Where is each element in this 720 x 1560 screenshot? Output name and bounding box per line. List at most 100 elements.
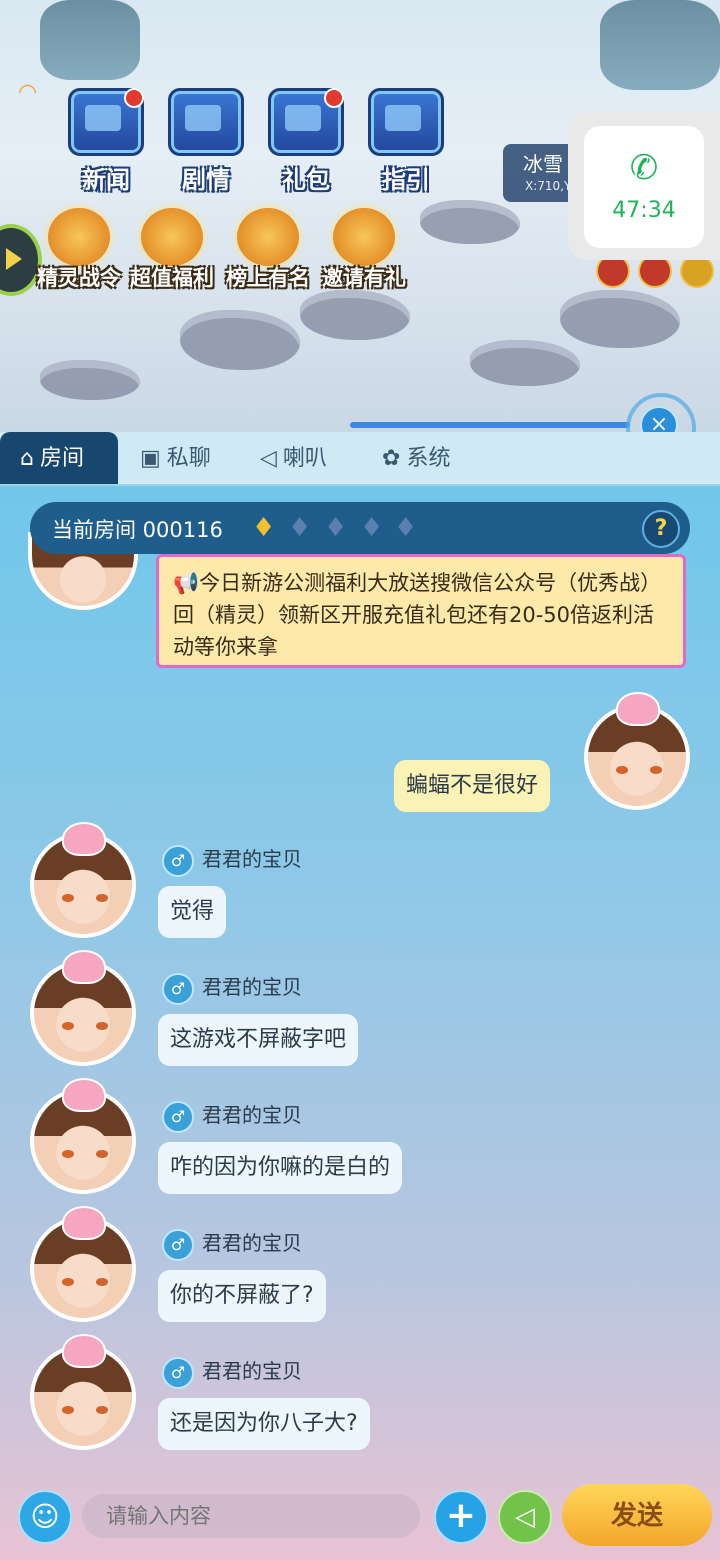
menu-story-button[interactable]: 剧情 — [158, 88, 254, 194]
avatar-eye — [96, 894, 108, 902]
ice-floe — [470, 340, 580, 386]
notification-dot — [324, 88, 344, 108]
sender-name-row: ♂ 君君的宝贝 — [162, 1356, 302, 1389]
ice-floe — [560, 290, 680, 348]
avatar-eye — [96, 1406, 108, 1414]
sender-name: 君君的宝贝 — [202, 1359, 302, 1383]
message-bubble[interactable]: 还是因为你八子大? — [158, 1398, 370, 1450]
flame-icon: ♦ — [394, 513, 418, 543]
help-icon[interactable]: ? — [642, 510, 680, 548]
male-icon: ♂ — [162, 1356, 194, 1389]
message-input[interactable] — [82, 1494, 420, 1538]
flame-icon: ♦ — [288, 513, 312, 543]
notice-text: 📢今日新游公测福利大放送搜微信公众号（优秀战）回（精灵）领新区开服充值礼包还有2… — [173, 571, 662, 659]
home-icon: ⌂ — [20, 446, 34, 471]
menu-gift-label: 礼包 — [282, 166, 330, 194]
progress-strip — [350, 422, 630, 428]
crown-icon — [62, 950, 106, 984]
story-icon — [168, 88, 244, 156]
sender-name-row: ♂ 君君的宝贝 — [162, 972, 302, 1005]
avatar-eye — [62, 1406, 74, 1414]
tab-system-label: 系统 — [406, 446, 451, 471]
activity-welfare-button[interactable]: 超值福利 — [126, 208, 218, 290]
message-bubble[interactable]: 你的不屏蔽了? — [158, 1270, 326, 1322]
tab-room[interactable]: ⌂ 房间 — [0, 432, 118, 484]
menu-story-label: 剧情 — [182, 166, 230, 194]
male-icon: ♂ — [162, 844, 194, 877]
activity-welfare-label: 超值福利 — [130, 266, 214, 290]
water-patch — [600, 0, 720, 90]
sender-name: 君君的宝贝 — [202, 1231, 302, 1255]
crown-icon — [62, 822, 106, 856]
tab-system[interactable]: ✿ 系统 — [382, 432, 450, 484]
menu-gift-button[interactable]: 礼包 — [258, 88, 354, 194]
room-bar: 当前房间 000116 ♦ ♦ ♦ ♦ ♦ — [30, 502, 690, 554]
activity-ranking-label: 榜上有名 — [226, 266, 310, 290]
menu-guide-label: 指引 — [382, 166, 430, 194]
sender-name: 君君的宝贝 — [202, 847, 302, 871]
tab-broadcast[interactable]: ◁ 喇叭 — [260, 432, 327, 484]
flame-icon: ♦ — [360, 513, 384, 543]
battle-pass-icon — [48, 208, 110, 266]
avatar-eye — [62, 1022, 74, 1030]
tab-private[interactable]: ▣ 私聊 — [140, 432, 211, 484]
avatar-eye — [96, 1022, 108, 1030]
avatar-eye — [96, 1278, 108, 1286]
ice-floe — [420, 200, 520, 244]
avatar-eye — [650, 766, 662, 774]
guide-icon — [368, 88, 444, 156]
crown-icon — [62, 1334, 106, 1368]
activity-invite-label: 邀请有礼 — [322, 266, 406, 290]
menu-guide-button[interactable]: 指引 — [358, 88, 454, 194]
avatar-eye — [96, 1150, 108, 1158]
water-patch — [40, 0, 140, 80]
megaphone-icon[interactable]: ◁ — [498, 1490, 552, 1544]
message-bubble[interactable]: 这游戏不屏蔽字吧 — [158, 1014, 359, 1066]
sender-name-row: ♂ 君君的宝贝 — [162, 1228, 302, 1261]
crown-icon — [62, 1206, 106, 1240]
call-card-inner: ✆ 47:34 — [584, 126, 704, 248]
ice-floe — [40, 360, 140, 400]
menu-news-label: 新闻 — [82, 166, 130, 194]
sender-name: 君君的宝贝 — [202, 1103, 302, 1127]
message-bubble[interactable]: 蝙蝠不是很好 — [394, 760, 551, 812]
activity-battle-pass-label: 精灵战令 — [37, 266, 121, 290]
chat-tabs: ⌂ 房间 ▣ 私聊 ◁ 喇叭 ✿ 系统 — [0, 432, 720, 486]
system-notice: 📢今日新游公测福利大放送搜微信公众号（优秀战）回（精灵）领新区开服充值礼包还有2… — [156, 554, 686, 668]
menu-news-button[interactable]: 新闻 — [58, 88, 154, 194]
input-bar: ☺ + ◁ 发送 — [0, 1472, 720, 1560]
phone-icon: ✆ — [629, 148, 659, 188]
flame-icon: ♦ — [324, 513, 348, 543]
crown-icon — [616, 692, 660, 726]
flame-icon: ♦ — [252, 513, 276, 543]
notification-dot — [124, 88, 144, 108]
avatar-eye — [62, 1150, 74, 1158]
tab-room-label: 房间 — [39, 446, 84, 471]
sender-name-row: ♂ 君君的宝贝 — [162, 1100, 302, 1133]
crown-icon — [62, 1078, 106, 1112]
flower-icon: ✿ — [382, 446, 401, 471]
activity-battle-pass-button[interactable]: 精灵战令 — [34, 208, 124, 290]
avatar-eye — [616, 766, 628, 774]
monitor-icon: ▣ — [140, 446, 161, 471]
activity-invite-button[interactable]: 邀请有礼 — [318, 208, 410, 290]
male-icon: ♂ — [162, 1100, 194, 1133]
avatar-eye — [62, 1278, 74, 1286]
ice-floe — [180, 310, 300, 370]
send-button[interactable]: 发送 — [562, 1484, 712, 1546]
wifi-icon: ◠ — [18, 80, 38, 105]
trophy-icon — [237, 208, 299, 266]
male-icon: ♂ — [162, 972, 194, 1005]
emoji-icon[interactable]: ☺ — [18, 1490, 72, 1544]
male-icon: ♂ — [162, 1228, 194, 1261]
call-widget[interactable]: ✆ 47:34 — [568, 112, 720, 260]
call-timer: 47:34 — [612, 198, 676, 223]
message-bubble[interactable]: 咋的因为你嘛的是白的 — [158, 1142, 403, 1194]
message-bubble[interactable]: 觉得 — [158, 886, 227, 938]
activity-ranking-button[interactable]: 榜上有名 — [222, 208, 314, 290]
room-label: 当前房间 000116 — [52, 518, 223, 542]
invite-letter-icon — [333, 208, 395, 266]
megaphone-icon: ◁ — [260, 446, 277, 471]
tab-broadcast-label: 喇叭 — [282, 446, 327, 471]
add-icon[interactable]: + — [434, 1490, 488, 1544]
